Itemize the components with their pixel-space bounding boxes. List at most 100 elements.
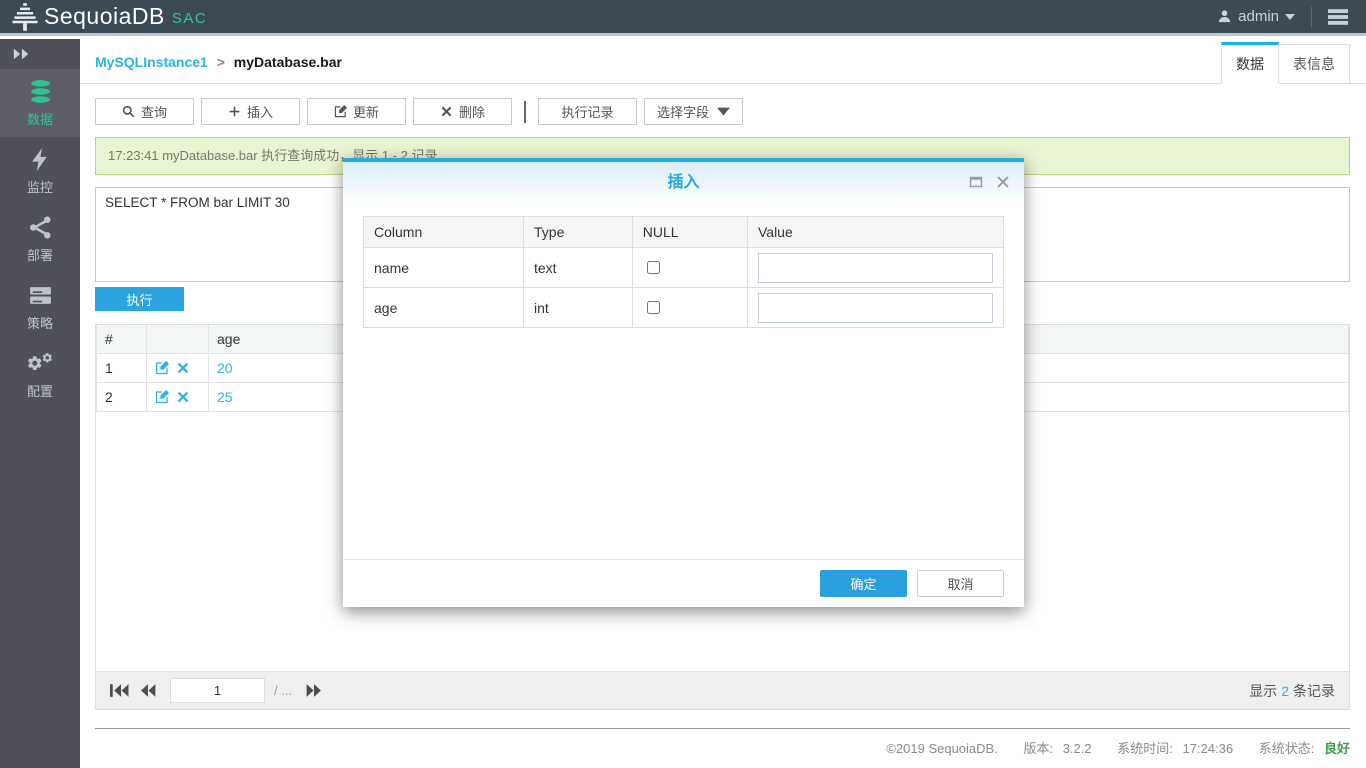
insert-button-label: 插入 [247, 102, 273, 121]
search-icon [122, 105, 135, 118]
insert-row-name: name text [364, 248, 1004, 288]
record-count-suffix: 条记录 [1293, 683, 1335, 699]
double-chevron-right-icon [12, 48, 30, 60]
config-gears-icon [28, 351, 53, 376]
query-button[interactable]: 查询 [95, 98, 194, 125]
page-number-input[interactable] [170, 678, 265, 703]
modal-body: Column Type NULL Value name text age int [343, 204, 1024, 328]
update-button[interactable]: 更新 [307, 98, 406, 125]
cancel-button[interactable]: 取消 [917, 570, 1004, 597]
header-null: NULL [632, 217, 747, 248]
page-total-label: / ... [274, 683, 292, 698]
tab-table-info[interactable]: 表信息 [1279, 44, 1350, 84]
sidebar-item-deploy[interactable]: 部署 [0, 205, 80, 273]
chevron-down-icon [717, 105, 730, 118]
version-label: 版本: [1023, 741, 1053, 756]
monitor-icon [28, 147, 53, 172]
chevron-down-icon [1285, 14, 1295, 20]
record-count-prefix: 显示 [1249, 683, 1277, 699]
sidebar: 数据 监控 部署 策略 配置 [0, 39, 80, 768]
copyright: ©2019 SequoiaDB. [886, 741, 998, 756]
topbar: SequoiaDB SAC admin [0, 0, 1366, 36]
edit-icon [334, 105, 347, 118]
modal-footer: 确定 取消 [343, 559, 1024, 607]
brand-name: SequoiaDB [44, 3, 165, 30]
strategy-server-icon [28, 283, 53, 308]
user-icon [1217, 9, 1232, 24]
sidebar-item-strategy[interactable]: 策略 [0, 273, 80, 341]
insert-button[interactable]: 插入 [201, 98, 300, 125]
header-value: Value [747, 217, 1003, 248]
sidebar-item-label: 数据 [27, 109, 53, 128]
topbar-divider [1311, 7, 1312, 27]
null-checkbox[interactable] [647, 261, 660, 274]
system-status-label: 系统状态: [1259, 741, 1315, 756]
task-list-button[interactable] [1328, 9, 1348, 25]
first-page-icon[interactable] [110, 683, 129, 698]
breadcrumb-current: myDatabase.bar [234, 54, 342, 70]
history-button[interactable]: 执行记录 [538, 98, 637, 125]
sidebar-item-label: 监控 [27, 177, 53, 196]
view-tabs: 数据 表信息 [1221, 42, 1350, 84]
delete-row-icon[interactable] [176, 361, 190, 375]
record-count: 显示2条记录 [1249, 681, 1335, 701]
null-checkbox[interactable] [647, 301, 660, 314]
header-index: # [97, 325, 147, 353]
toolbar-divider [524, 101, 526, 123]
modal-header[interactable]: 插入 [343, 162, 1024, 204]
tab-data[interactable]: 数据 [1221, 42, 1279, 84]
insert-form-table: Column Type NULL Value name text age int [363, 216, 1004, 328]
sidebar-item-label: 策略 [27, 313, 53, 332]
maximize-icon[interactable] [969, 175, 983, 189]
value-input-age[interactable] [758, 293, 993, 323]
username: admin [1238, 8, 1279, 25]
brand-logo[interactable]: SequoiaDB SAC [0, 2, 207, 32]
column-name: age [364, 288, 524, 328]
toolbar: 查询 插入 更新 删除 执行记录 选择字段 [80, 84, 1366, 125]
breadcrumb-row: MySQLInstance1 > myDatabase.bar 数据 表信息 [80, 39, 1366, 84]
column-name: name [364, 248, 524, 288]
breadcrumb-separator: > [212, 54, 230, 70]
system-status-value: 良好 [1324, 741, 1350, 756]
system-time-label: 系统时间: [1117, 741, 1173, 756]
close-icon[interactable] [996, 175, 1010, 189]
insert-header-row: Column Type NULL Value [364, 217, 1004, 248]
list-icon [1328, 9, 1348, 25]
insert-modal: 插入 Column Type NULL Value name text [343, 158, 1024, 607]
header-column: Column [364, 217, 524, 248]
modal-title: 插入 [343, 162, 1024, 204]
user-menu[interactable]: admin [1217, 8, 1295, 25]
history-button-label: 执行记录 [561, 102, 613, 121]
column-type: int [524, 288, 633, 328]
page-footer: ©2019 SequoiaDB. 版本: 3.2.2 系统时间: 17:24:3… [95, 728, 1350, 757]
brand-suffix: SAC [172, 10, 207, 27]
header-actions [147, 325, 209, 353]
sequoia-tree-icon [10, 2, 40, 32]
breadcrumb-instance-link[interactable]: MySQLInstance1 [95, 54, 208, 70]
confirm-button[interactable]: 确定 [820, 570, 907, 597]
version-value: 3.2.2 [1063, 741, 1092, 756]
system-time-value: 17:24:36 [1183, 741, 1234, 756]
edit-row-icon[interactable] [155, 390, 169, 404]
value-input-name[interactable] [758, 253, 993, 283]
select-fields-button-label: 选择字段 [657, 102, 709, 121]
insert-row-age: age int [364, 288, 1004, 328]
delete-button[interactable]: 删除 [413, 98, 512, 125]
sidebar-item-label: 部署 [27, 245, 53, 264]
sidebar-item-data[interactable]: 数据 [0, 69, 80, 137]
sidebar-item-label: 配置 [27, 381, 53, 400]
deploy-share-icon [28, 215, 53, 240]
next-page-icon[interactable] [304, 683, 323, 698]
sidebar-item-config[interactable]: 配置 [0, 341, 80, 409]
delete-row-icon[interactable] [176, 390, 190, 404]
sidebar-collapse-button[interactable] [0, 39, 80, 69]
edit-row-icon[interactable] [155, 361, 169, 375]
record-count-number: 2 [1277, 683, 1293, 699]
database-icon [28, 79, 53, 104]
execute-button[interactable]: 执行 [95, 287, 184, 311]
prev-page-icon[interactable] [139, 683, 158, 698]
select-fields-button[interactable]: 选择字段 [644, 98, 743, 125]
sidebar-item-monitor[interactable]: 监控 [0, 137, 80, 205]
row-index: 1 [97, 353, 147, 382]
update-button-label: 更新 [353, 102, 379, 121]
